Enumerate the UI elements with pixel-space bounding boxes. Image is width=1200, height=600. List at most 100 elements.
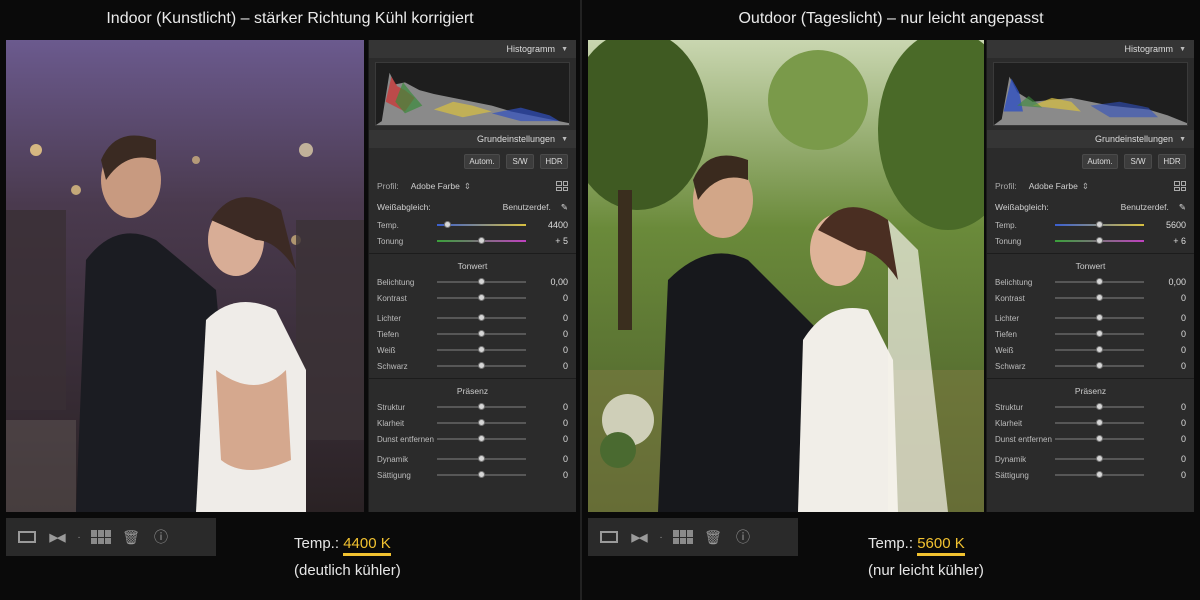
tint-knob[interactable] [477,237,485,244]
slider-track[interactable] [437,330,526,337]
slider-knob[interactable] [477,362,485,369]
auto-button[interactable]: Autom. [464,154,500,169]
slider-track[interactable] [437,471,526,478]
slider-knob[interactable] [477,419,485,426]
tint-slider-row[interactable]: Tonung + 5 [369,233,576,249]
slider-value[interactable]: 0 [532,293,568,303]
temp-knob[interactable] [1095,221,1103,228]
slider-row[interactable]: Lichter 0 [987,310,1194,326]
slider-row[interactable]: Kontrast 0 [369,290,576,306]
compare-view-icon[interactable]: ▶◀ [628,528,650,546]
tint-value[interactable]: + 5 [532,236,568,246]
tint-track[interactable] [1055,237,1144,244]
basic-header[interactable]: Grundeinstellungen ▼ [987,130,1194,148]
slider-value[interactable]: 0 [1150,434,1186,444]
slider-row[interactable]: Dynamik 0 [987,451,1194,467]
temp-value[interactable]: 4400 [532,220,568,230]
tint-track[interactable] [437,237,526,244]
slider-knob[interactable] [477,455,485,462]
slider-knob[interactable] [1095,455,1103,462]
slider-knob[interactable] [477,330,485,337]
slider-value[interactable]: 0 [532,434,568,444]
slider-row[interactable]: Belichtung 0,00 [987,274,1194,290]
hdr-button[interactable]: HDR [540,154,568,169]
slider-track[interactable] [1055,435,1144,442]
slider-row[interactable]: Schwarz 0 [369,358,576,374]
slider-track[interactable] [1055,403,1144,410]
slider-knob[interactable] [1095,330,1103,337]
slider-track[interactable] [437,314,526,321]
slider-value[interactable]: 0,00 [532,277,568,287]
slider-track[interactable] [1055,455,1144,462]
profile-grid-icon[interactable] [556,181,568,191]
temp-value[interactable]: 5600 [1150,220,1186,230]
slider-row[interactable]: Struktur 0 [369,399,576,415]
wb-select[interactable]: Benutzerdef. [1121,202,1169,212]
auto-button[interactable]: Autom. [1082,154,1118,169]
slider-track[interactable] [437,346,526,353]
slider-track[interactable] [437,455,526,462]
slider-track[interactable] [1055,314,1144,321]
wb-select[interactable]: Benutzerdef. [503,202,551,212]
temp-slider-row[interactable]: Temp. 4400 [369,217,576,233]
slider-track[interactable] [437,419,526,426]
slider-knob[interactable] [1095,278,1103,285]
slider-knob[interactable] [1095,362,1103,369]
slider-value[interactable]: 0,00 [1150,277,1186,287]
slider-value[interactable]: 0 [532,361,568,371]
trash-icon[interactable]: 🗑 [702,528,724,546]
histogram-header[interactable]: Histogramm ▼ [987,40,1194,58]
histogram-header[interactable]: Histogramm ▼ [369,40,576,58]
slider-row[interactable]: Sättigung 0 [369,467,576,483]
slider-value[interactable]: 0 [1150,361,1186,371]
slider-track[interactable] [1055,278,1144,285]
slider-knob[interactable] [477,278,485,285]
temp-track[interactable] [437,221,526,228]
bw-button[interactable]: S/W [1124,154,1152,169]
slider-knob[interactable] [1095,346,1103,353]
slider-row[interactable]: Dunst entfernen 0 [987,431,1194,447]
basic-header[interactable]: Grundeinstellungen ▼ [369,130,576,148]
eyedropper-icon[interactable]: ✎ [561,202,568,213]
slider-value[interactable]: 0 [1150,293,1186,303]
slider-knob[interactable] [1095,471,1103,478]
slider-track[interactable] [1055,419,1144,426]
grid-view-icon[interactable] [90,528,112,546]
slider-knob[interactable] [477,435,485,442]
slider-track[interactable] [437,403,526,410]
slider-knob[interactable] [477,471,485,478]
tint-knob[interactable] [1095,237,1103,244]
slider-row[interactable]: Tiefen 0 [369,326,576,342]
temp-slider-row[interactable]: Temp. 5600 [987,217,1194,233]
slider-value[interactable]: 0 [1150,329,1186,339]
slider-value[interactable]: 0 [532,418,568,428]
slider-value[interactable]: 0 [1150,345,1186,355]
slider-value[interactable]: 0 [532,454,568,464]
loupe-view-icon[interactable] [16,528,38,546]
slider-row[interactable]: Klarheit 0 [987,415,1194,431]
slider-value[interactable]: 0 [532,470,568,480]
slider-row[interactable]: Weiß 0 [987,342,1194,358]
slider-row[interactable]: Weiß 0 [369,342,576,358]
slider-track[interactable] [1055,471,1144,478]
slider-row[interactable]: Lichter 0 [369,310,576,326]
compare-view-icon[interactable]: ▶◀ [46,528,68,546]
temp-knob[interactable] [443,221,451,228]
slider-track[interactable] [437,362,526,369]
slider-track[interactable] [1055,330,1144,337]
info-icon[interactable]: ⓘ [732,528,754,546]
profile-grid-icon[interactable] [1174,181,1186,191]
slider-value[interactable]: 0 [532,402,568,412]
profile-select[interactable]: Adobe Farbe [411,181,460,191]
slider-row[interactable]: Schwarz 0 [987,358,1194,374]
eyedropper-icon[interactable]: ✎ [1179,202,1186,213]
slider-value[interactable]: 0 [532,345,568,355]
slider-row[interactable]: Sättigung 0 [987,467,1194,483]
slider-value[interactable]: 0 [1150,402,1186,412]
bw-button[interactable]: S/W [506,154,534,169]
slider-knob[interactable] [1095,294,1103,301]
tint-value[interactable]: + 6 [1150,236,1186,246]
info-icon[interactable]: ⓘ [150,528,172,546]
slider-value[interactable]: 0 [532,329,568,339]
slider-track[interactable] [1055,362,1144,369]
